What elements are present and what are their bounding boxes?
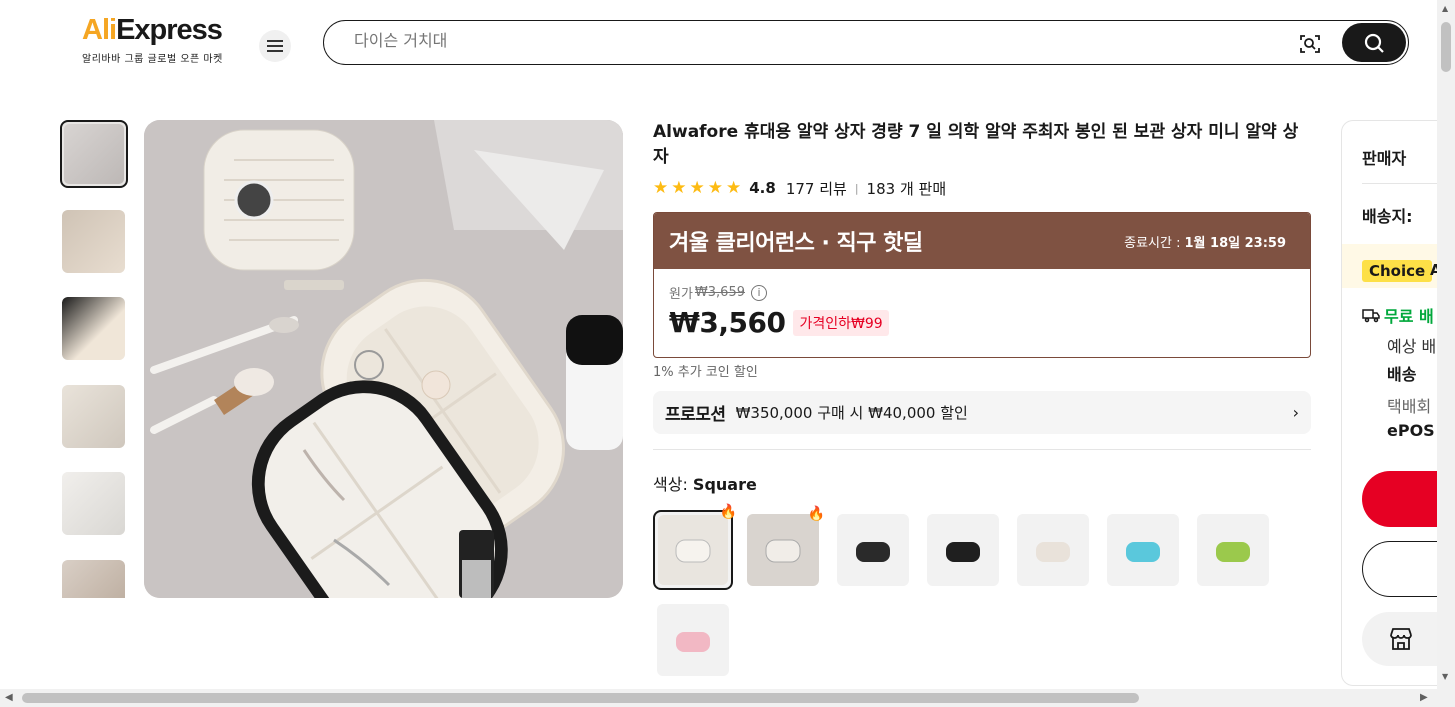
thumbnail-3[interactable] — [62, 297, 125, 360]
hamburger-icon — [267, 40, 283, 52]
vertical-scrollbar[interactable]: ▲ ▼ — [1437, 0, 1455, 690]
scroll-right-arrow-icon[interactable]: ▶ — [1420, 692, 1428, 703]
color-label: 색상: Square — [653, 475, 757, 494]
product-title: Alwafore 휴대용 알약 상자 경량 7 일 의학 알약 주최자 봉인 된… — [653, 122, 1299, 167]
buy-now-button[interactable] — [1362, 471, 1441, 527]
search-bar — [323, 20, 1409, 65]
star-icon: ★ — [653, 177, 669, 198]
purchase-panel: 판매자 배송지: Choice A 무료 배 예상 배 배송 택배회 ePOS — [1341, 120, 1441, 686]
divider — [653, 449, 1311, 450]
original-price: ₩3,659 — [694, 285, 745, 300]
header: AliExpress 알리바바 그룹 글로벌 오픈 마켓 — [0, 0, 1436, 90]
star-icon: ★ — [707, 177, 723, 198]
logo-wordmark: AliExpress — [82, 14, 223, 46]
delivery-estimate: 예상 배 — [1387, 337, 1437, 356]
deal-end-time: 종료시간 :1월 18일 23:59 — [1124, 235, 1286, 251]
reviews-link[interactable]: 177 리뷰 — [786, 178, 847, 199]
hot-fire-icon: 🔥 — [807, 506, 825, 522]
scroll-left-arrow-icon[interactable]: ◀ — [5, 692, 13, 703]
color-swatch-5[interactable] — [1017, 514, 1089, 586]
star-icon: ★ — [671, 177, 687, 198]
delivery-type: 배송 — [1387, 365, 1417, 384]
logo-subtitle: 알리바바 그룹 글로벌 오픈 마켓 — [82, 54, 223, 65]
add-to-cart-button[interactable] — [1362, 541, 1441, 597]
menu-button[interactable] — [259, 30, 291, 62]
horizontal-scrollbar[interactable]: ◀ ▶ — [0, 689, 1455, 707]
store-button[interactable] — [1362, 612, 1441, 666]
search-button[interactable] — [1342, 23, 1406, 62]
courier-label: 택배회 — [1387, 397, 1432, 416]
search-input[interactable] — [354, 31, 1254, 50]
deal-header: 겨울 클리어런스 · 직구 핫딜 종료시간 :1월 18일 23:59 — [654, 213, 1310, 269]
star-icon: ★ — [689, 177, 705, 198]
ship-to-label[interactable]: 배송지: — [1362, 203, 1413, 227]
courier-name: ePOS — [1387, 421, 1435, 440]
color-swatch-8[interactable] — [657, 604, 729, 676]
hot-fire-icon: 🔥 — [719, 504, 737, 520]
rating-value: 4.8 — [749, 179, 776, 197]
promotion-text: ₩350,000 구매 시 ₩40,000 할인 — [735, 404, 968, 422]
scroll-up-arrow-icon[interactable]: ▲ — [1442, 4, 1448, 13]
thumbnail-6[interactable] — [62, 560, 125, 598]
image-search-button[interactable] — [1296, 30, 1324, 58]
promotion-tag: 프로모션 — [665, 405, 726, 425]
main-product-image[interactable] — [144, 120, 623, 598]
truck-icon — [1362, 309, 1380, 323]
color-swatch-3[interactable] — [837, 514, 909, 586]
color-swatch-4[interactable] — [927, 514, 999, 586]
deal-box: 겨울 클리어런스 · 직구 핫딜 종료시간 :1월 18일 23:59 원가 ₩… — [653, 212, 1311, 358]
info-icon[interactable]: i — [751, 284, 767, 301]
color-swatch-7[interactable] — [1197, 514, 1269, 586]
divider — [1362, 183, 1441, 184]
color-swatch-6[interactable] — [1107, 514, 1179, 586]
star-icon: ★ — [726, 177, 742, 198]
color-value: Square — [692, 475, 757, 494]
rating-row: ★ ★ ★ ★ ★ 4.8 177 리뷰 | 183 개 판매 — [653, 176, 1313, 200]
price-row: ₩3,560 가격인하₩99 — [669, 306, 1295, 339]
coin-discount: 1% 추가 코인 할인 — [653, 365, 758, 380]
aliexpress-logo[interactable]: AliExpress 알리바바 그룹 글로벌 오픈 마켓 — [82, 14, 242, 68]
camera-scan-icon — [1300, 35, 1320, 53]
promotion-bar[interactable]: 프로모션 ₩350,000 구매 시 ₩40,000 할인 › — [653, 391, 1311, 434]
vertical-scroll-thumb[interactable] — [1441, 22, 1451, 72]
thumbnail-2[interactable] — [62, 210, 125, 273]
separator: | — [854, 181, 859, 195]
sold-count: 183 개 판매 — [866, 179, 947, 198]
product-info: Alwafore 휴대용 알약 상자 경량 7 일 의학 알약 주최자 봉인 된… — [653, 120, 1313, 200]
store-icon — [1390, 628, 1412, 650]
thumbnail-list — [60, 120, 130, 598]
seller-label[interactable]: 판매자 — [1362, 145, 1406, 169]
free-shipping: 무료 배 — [1362, 303, 1434, 327]
product-photo — [144, 120, 623, 598]
search-icon — [1364, 33, 1384, 53]
color-swatch-1[interactable]: 🔥 — [653, 504, 737, 590]
sale-price: ₩3,560 — [669, 306, 786, 339]
original-price-row: 원가 ₩3,659 i — [669, 283, 1295, 302]
thumbnail-5[interactable] — [62, 472, 125, 535]
deal-body: 원가 ₩3,659 i ₩3,560 가격인하₩99 — [654, 269, 1310, 353]
horizontal-scroll-thumb[interactable] — [22, 693, 1139, 703]
original-price-label: 원가 — [669, 287, 693, 302]
thumbnail-1[interactable] — [60, 120, 128, 188]
thumbnail-4[interactable] — [62, 385, 125, 448]
discount-badge: 가격인하₩99 — [793, 309, 889, 336]
deal-title: 겨울 클리어런스 · 직구 핫딜 — [669, 231, 923, 256]
chevron-right-icon: › — [1292, 403, 1299, 422]
scroll-down-arrow-icon[interactable]: ▼ — [1442, 672, 1448, 681]
color-swatch-2[interactable]: 🔥 — [747, 506, 825, 586]
choice-badge: Choice — [1362, 260, 1433, 282]
rating-stars[interactable]: ★ ★ ★ ★ ★ — [653, 177, 742, 198]
